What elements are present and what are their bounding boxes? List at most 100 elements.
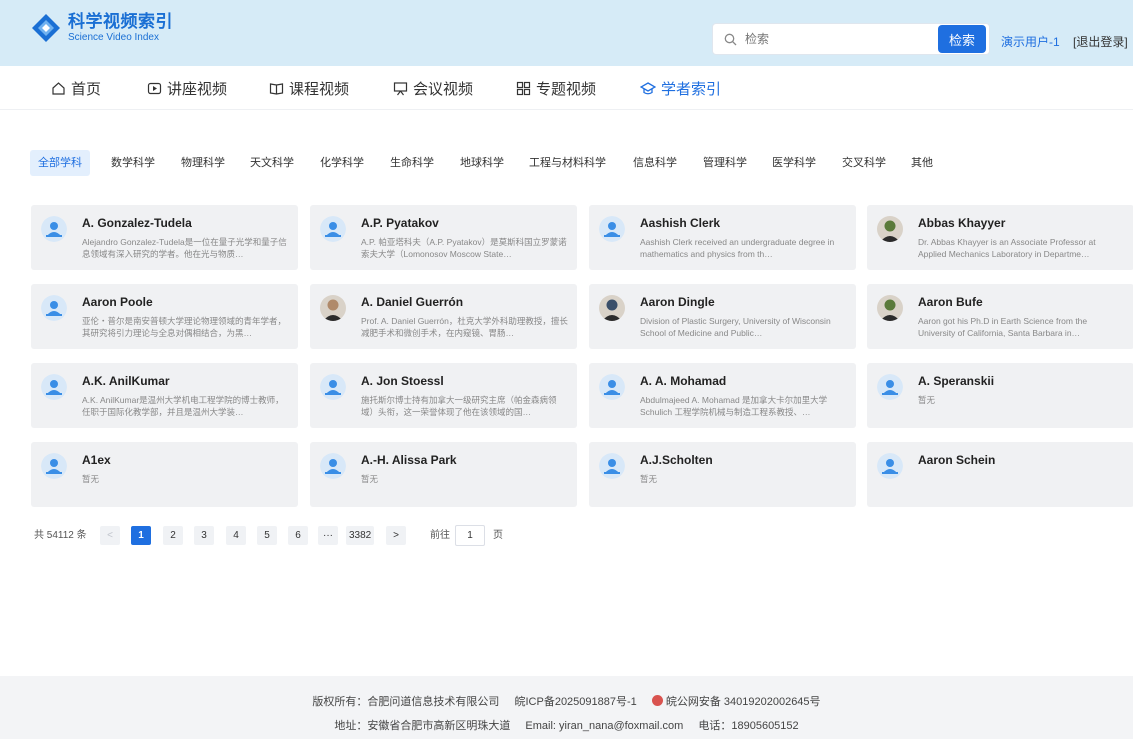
category-other[interactable]: 其他 (903, 150, 941, 176)
logo-title: 科学视频索引 (68, 12, 173, 31)
header: 科学视频索引 Science Video Index 检索 演示用户-1 [退出… (0, 0, 1133, 66)
pagination-page-unit: 页 (493, 530, 503, 541)
default-avatar-icon (599, 453, 625, 479)
scholar-name: A. A. Mohamad (640, 374, 727, 388)
scholar-card[interactable]: Aaron Dingle Division of Plastic Surgery,… (589, 284, 856, 349)
scholar-name: A.-H. Alissa Park (361, 453, 457, 467)
scholar-card[interactable]: Abbas Khayyer Dr. Abbas Khayyer is an Ass… (867, 205, 1133, 270)
avatar-photo (320, 295, 346, 321)
pagination-page-last[interactable]: 3382 (346, 526, 375, 545)
footer-icp-link[interactable]: 皖ICP备2025091887号-1 (514, 696, 636, 708)
scholar-description: 暂无 (918, 395, 936, 405)
scholar-name: A.K. AnilKumar (82, 374, 170, 388)
scholar-cap-icon (640, 81, 656, 97)
scholar-name: A. Gonzalez-Tudela (82, 216, 192, 230)
default-avatar-icon (41, 295, 67, 321)
pagination-page[interactable]: 3 (194, 526, 214, 545)
scholar-description: Prof. A. Daniel Guerrón，杜克大学外科助理教授，擅长减肥手… (361, 316, 568, 338)
scholar-description: 暂无 (361, 474, 379, 484)
nav-scholars[interactable]: 学者索引 (640, 78, 721, 99)
nav-courses[interactable]: 课程视频 (268, 78, 349, 99)
pagination-next[interactable]: > (386, 526, 406, 545)
logout-link[interactable]: [退出登录] (1073, 33, 1128, 50)
search-button[interactable]: 检索 (938, 25, 986, 53)
scholar-description: A.P. 帕亚塔科夫（A.P. Pyatakov）是莫斯科国立罗蒙诺索夫大学（L… (361, 237, 567, 259)
scholar-description: A.K. AnilKumar是温州大学机电工程学院的博士教师，任职于国际化教学部… (82, 395, 284, 417)
scholar-description: Aaron got his Ph.D in Earth Science from… (918, 316, 1088, 338)
default-avatar-icon (320, 216, 346, 242)
nav-lectures[interactable]: 讲座视频 (146, 78, 227, 99)
scholar-card[interactable]: Aaron Schein (867, 442, 1133, 507)
category-earth[interactable]: 地球科学 (452, 150, 512, 176)
category-math[interactable]: 数学科学 (103, 150, 163, 176)
avatar-photo (599, 295, 625, 321)
scholar-name: A. Speranskii (918, 374, 995, 388)
logo[interactable]: 科学视频索引 Science Video Index (30, 12, 173, 44)
footer-copyright: 版权所有：合肥问道信息技术有限公司 (312, 696, 500, 708)
scholar-description: Abdulmajeed A. Mohamad 是加拿大卡尔加里大学 Schuli… (640, 395, 828, 417)
scholar-card[interactable]: Aashish Clerk Aashish Clerk received an u… (589, 205, 856, 270)
scholar-card[interactable]: A. Speranskii 暂无 (867, 363, 1133, 428)
scholar-name: Aashish Clerk (640, 216, 721, 230)
category-all[interactable]: 全部学科 (30, 150, 90, 176)
scholar-name: Abbas Khayyer (918, 216, 1006, 230)
scholar-name: Aaron Poole (82, 295, 153, 309)
scholar-card[interactable]: Aaron Bufe Aaron got his Ph.D in Earth Sc… (867, 284, 1133, 349)
logo-mark-icon (30, 12, 62, 44)
main-nav: 首页 讲座视频 课程视频 会议视频 专题视频 学者索引 (0, 66, 1133, 110)
category-engineering[interactable]: 工程与材料科学 (521, 150, 614, 176)
home-icon (50, 81, 66, 97)
category-physics[interactable]: 物理科学 (173, 150, 233, 176)
nav-home-label: 首页 (71, 81, 102, 98)
nav-lectures-label: 讲座视频 (167, 81, 228, 98)
pagination-more[interactable]: ··· (318, 526, 338, 545)
pagination-goto-label: 前往 (430, 530, 450, 541)
pagination-page[interactable]: 4 (226, 526, 246, 545)
pagination-page[interactable]: 1 (131, 526, 151, 545)
scholar-card[interactable]: Aaron Poole 亚伦・普尔是南安普顿大学理论物理领域的青年学者，其研究将引… (31, 284, 298, 349)
scholar-name: Aaron Dingle (640, 295, 715, 309)
nav-conferences[interactable]: 会议视频 (392, 78, 473, 99)
category-management[interactable]: 管理科学 (695, 150, 755, 176)
scholar-name: A. Daniel Guerrón (361, 295, 464, 309)
category-information[interactable]: 信息科学 (625, 150, 685, 176)
scholar-card[interactable]: A.-H. Alissa Park 暂无 (310, 442, 577, 507)
nav-topics[interactable]: 专题视频 (515, 78, 596, 99)
footer: 版权所有：合肥问道信息技术有限公司 皖ICP备2025091887号-1 皖公网… (0, 676, 1133, 739)
category-life[interactable]: 生命科学 (382, 150, 442, 176)
pagination-goto-input[interactable]: 1 (455, 525, 485, 546)
default-avatar-icon (877, 374, 903, 400)
footer-address: 地址：安徽省合肥市高新区明珠大道 (334, 720, 511, 732)
footer-police[interactable]: 皖公网安备 34019202002645号 (651, 695, 821, 708)
scholar-card[interactable]: A.J.Scholten 暂无 (589, 442, 856, 507)
scholar-card[interactable]: A. Daniel Guerrón Prof. A. Daniel Guerrón… (310, 284, 577, 349)
pagination-prev[interactable]: < (100, 526, 120, 545)
scholar-description: 施托斯尔博士持有加拿大一级研究主席（帕金森病领域）头衔，这一荣誉体现了他在该领域… (361, 395, 557, 417)
pagination-page[interactable]: 5 (257, 526, 277, 545)
scholar-card[interactable]: A.K. AnilKumar A.K. AnilKumar是温州大学机电工程学院的… (31, 363, 298, 428)
default-avatar-icon (599, 374, 625, 400)
nav-home[interactable]: 首页 (50, 78, 101, 99)
pagination-total: 共 54112 条 (34, 530, 87, 541)
scholar-description: Division of Plastic Surgery, University … (640, 316, 831, 338)
scholar-name: Aaron Bufe (918, 295, 983, 309)
default-avatar-icon (41, 374, 67, 400)
category-medical[interactable]: 医学科学 (764, 150, 824, 176)
default-avatar-icon (41, 453, 67, 479)
category-astronomy[interactable]: 天文科学 (242, 150, 302, 176)
avatar-photo (877, 216, 903, 242)
pagination-page[interactable]: 2 (163, 526, 183, 545)
category-chemistry[interactable]: 化学科学 (312, 150, 372, 176)
search-input[interactable] (745, 32, 925, 46)
scholar-card[interactable]: A1ex 暂无 (31, 442, 298, 507)
scholar-card[interactable]: A.P. Pyatakov A.P. 帕亚塔科夫（A.P. Pyatakov）是莫… (310, 205, 577, 270)
pagination-page[interactable]: 6 (288, 526, 308, 545)
scholar-card[interactable]: A. Gonzalez-Tudela Alejandro Gonzalez-Tud… (31, 205, 298, 270)
user-name-link[interactable]: 演示用户-1 (1001, 33, 1060, 50)
avatar-photo (877, 295, 903, 321)
scholar-card[interactable]: A. Jon Stoessl 施托斯尔博士持有加拿大一级研究主席（帕金森病领域）头… (310, 363, 577, 428)
grid-icon (515, 81, 531, 97)
category-interdisciplinary[interactable]: 交叉科学 (834, 150, 894, 176)
scholar-card[interactable]: A. A. Mohamad Abdulmajeed A. Mohamad 是加拿大… (589, 363, 856, 428)
default-avatar-icon (320, 374, 346, 400)
